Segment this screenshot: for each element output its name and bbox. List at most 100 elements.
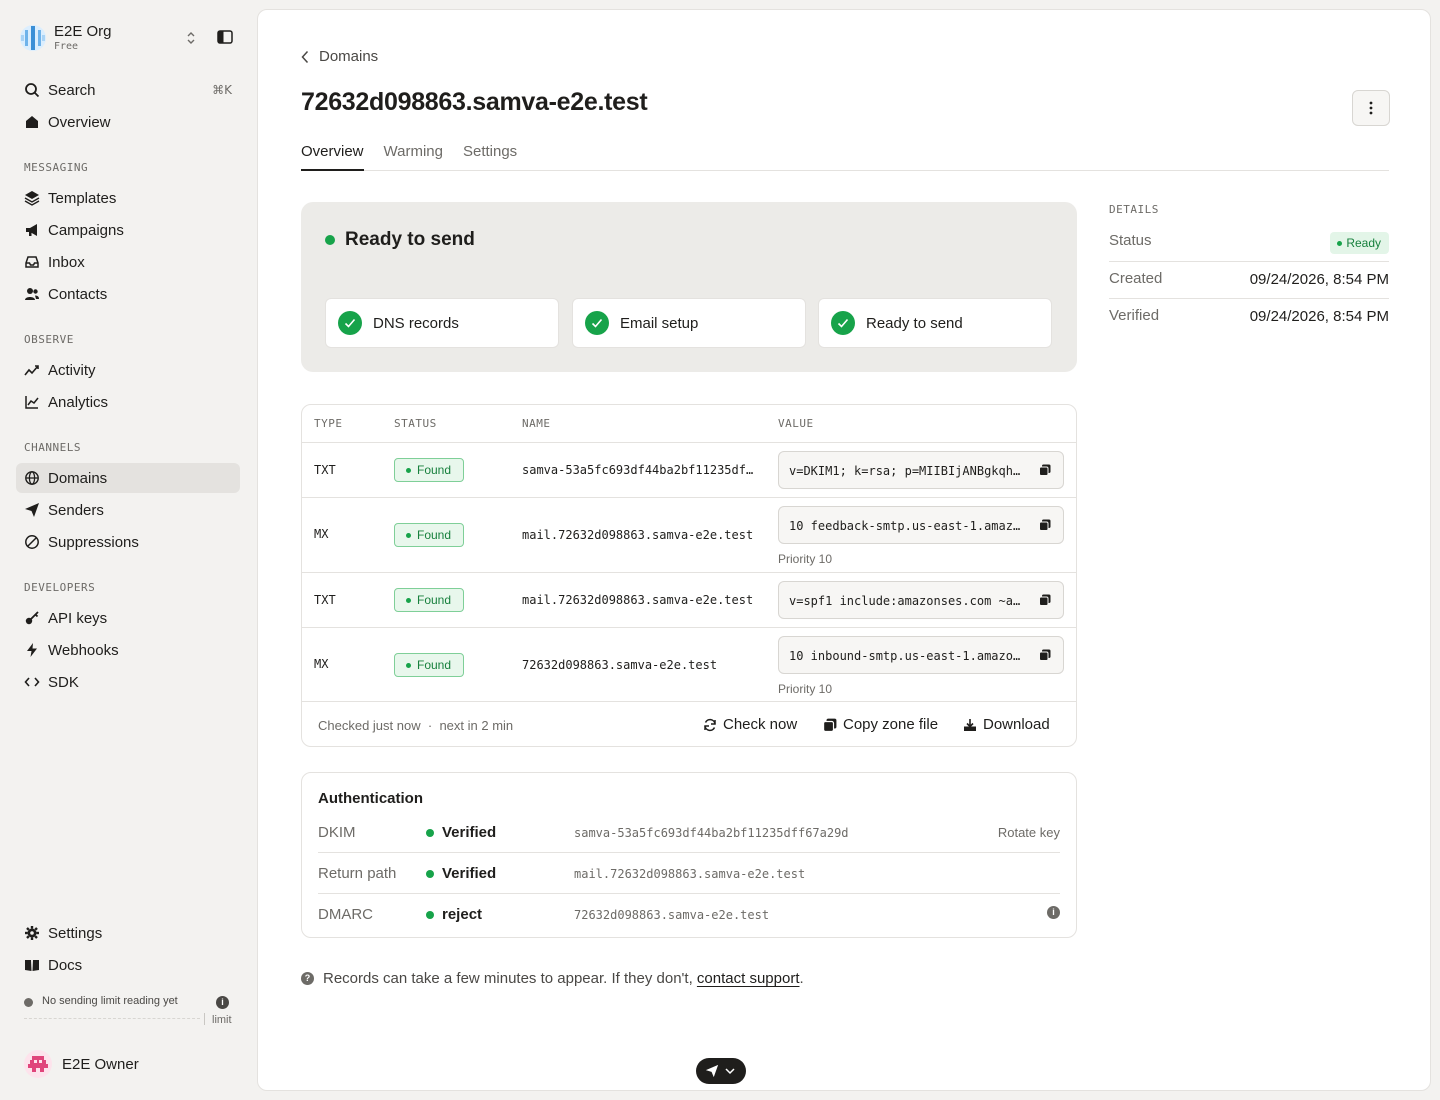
status-headline-text: Ready to send bbox=[345, 229, 475, 250]
org-switcher[interactable]: E2E Org Free bbox=[20, 20, 240, 56]
tab-overview[interactable]: Overview bbox=[301, 142, 364, 171]
details-key: Verified bbox=[1109, 307, 1160, 324]
sidebar-item-label: Docs bbox=[48, 956, 83, 974]
copy-zone-file-button[interactable]: Copy zone file bbox=[823, 716, 938, 733]
limit-separator bbox=[204, 1013, 205, 1025]
more-options-button[interactable] bbox=[1352, 90, 1390, 126]
tab-bar: Overview Warming Settings bbox=[301, 142, 1389, 171]
refresh-icon bbox=[704, 718, 716, 731]
sidebar-item-templates[interactable]: Templates bbox=[16, 183, 240, 213]
limit-bar bbox=[24, 1018, 200, 1021]
org-name: E2E Org bbox=[54, 23, 112, 40]
status-dot bbox=[325, 235, 335, 245]
section-observe: OBSERVE bbox=[24, 333, 74, 346]
book-icon bbox=[24, 957, 40, 973]
sidebar-item-sdk[interactable]: SDK bbox=[16, 667, 240, 697]
help-icon: ? bbox=[301, 972, 314, 985]
copy-icon[interactable] bbox=[1039, 594, 1051, 606]
table-row: MX Found mail.72632d098863.samva-e2e.tes… bbox=[302, 498, 1076, 573]
record-name: mail.72632d098863.samva-e2e.test bbox=[522, 593, 754, 607]
rotate-key-button[interactable]: Rotate key bbox=[998, 825, 1060, 840]
sidebar-item-campaigns[interactable]: Campaigns bbox=[16, 215, 240, 245]
separator: · bbox=[427, 718, 433, 733]
record-type: TXT bbox=[314, 463, 336, 477]
floating-send-button[interactable] bbox=[696, 1058, 746, 1084]
help-text: Records can take a few minutes to appear… bbox=[323, 970, 693, 987]
back-label: Domains bbox=[319, 48, 379, 65]
chevron-left-icon bbox=[301, 50, 309, 63]
auth-record: 72632d098863.samva-e2e.test bbox=[574, 908, 770, 922]
info-icon[interactable]: i bbox=[216, 996, 229, 1009]
step-ready-to-send: Ready to send bbox=[818, 298, 1052, 348]
check-now-label: Check now bbox=[723, 716, 798, 733]
record-value-field[interactable]: v=DKIM1; k=rsa; p=MIIBIjANBgkqhkiG9w0BAQ… bbox=[778, 451, 1064, 489]
sidebar-item-inbox[interactable]: Inbox bbox=[16, 247, 240, 277]
help-text-end: . bbox=[799, 970, 804, 987]
table-footer: Checked just now · next in 2 min Check n… bbox=[302, 702, 1076, 746]
back-link[interactable]: Domains bbox=[301, 48, 378, 65]
sidebar-item-api-keys[interactable]: API keys bbox=[16, 603, 240, 633]
sidebar-item-contacts[interactable]: Contacts bbox=[16, 279, 240, 309]
sidebar-item-suppressions[interactable]: Suppressions bbox=[16, 527, 240, 557]
sidebar-item-label: Overview bbox=[48, 113, 111, 131]
auth-row-dmarc: DMARC reject 72632d098863.samva-e2e.test… bbox=[318, 894, 1060, 935]
auth-row-return-path: Return path Verified mail.72632d098863.s… bbox=[318, 853, 1060, 894]
record-value-field[interactable]: 10 feedback-smtp.us-east-1.amazonses.com bbox=[778, 506, 1064, 544]
user-menu[interactable]: E2E Owner bbox=[24, 1050, 139, 1078]
sidebar-item-search[interactable]: Search ⌘K bbox=[16, 75, 240, 105]
home-icon bbox=[24, 114, 40, 130]
copy-icon[interactable] bbox=[1039, 519, 1051, 531]
megaphone-icon bbox=[24, 222, 40, 238]
status-badge: Found bbox=[394, 653, 464, 677]
auth-status: reject bbox=[426, 906, 482, 923]
sending-limit: No sending limit reading yet i limit bbox=[24, 994, 234, 1034]
contact-support-link[interactable]: contact support bbox=[697, 970, 800, 987]
code-icon bbox=[24, 674, 40, 690]
record-name: 72632d098863.samva-e2e.test bbox=[522, 658, 718, 672]
chevron-updown-icon[interactable] bbox=[184, 28, 198, 48]
sidebar-toggle-icon[interactable] bbox=[216, 28, 234, 46]
check-circle-icon bbox=[585, 311, 609, 335]
sidebar-item-overview[interactable]: Overview bbox=[16, 107, 240, 137]
sidebar-item-label: Domains bbox=[48, 469, 108, 487]
sidebar-item-docs[interactable]: Docs bbox=[16, 950, 240, 980]
details-heading: DETAILS bbox=[1109, 203, 1159, 216]
sidebar-item-settings[interactable]: Settings bbox=[16, 918, 240, 948]
authentication-heading: Authentication bbox=[318, 790, 423, 807]
sidebar-item-label: Settings bbox=[48, 924, 103, 942]
sidebar-item-domains[interactable]: Domains bbox=[16, 463, 240, 493]
record-priority: Priority 10 bbox=[778, 552, 833, 566]
tab-settings[interactable]: Settings bbox=[463, 142, 517, 171]
details-value: 09/24/2026, 8:54 PM bbox=[1249, 271, 1389, 288]
record-value-field[interactable]: v=spf1 include:amazonses.com ~all bbox=[778, 581, 1064, 619]
copy-icon[interactable] bbox=[1039, 649, 1051, 661]
record-value: 10 feedback-smtp.us-east-1.amazonses.com bbox=[789, 519, 1025, 533]
details-key: Status bbox=[1109, 232, 1152, 249]
record-type: MX bbox=[314, 527, 329, 541]
limit-label: limit bbox=[212, 1014, 232, 1026]
sidebar-item-activity[interactable]: Activity bbox=[16, 355, 240, 385]
sidebar-item-webhooks[interactable]: Webhooks bbox=[16, 635, 240, 665]
check-now-button[interactable]: Check now bbox=[703, 716, 797, 733]
column-header: STATUS bbox=[394, 417, 437, 430]
page-title: 72632d098863.samva-e2e.test bbox=[301, 88, 648, 116]
download-button[interactable]: Download bbox=[963, 716, 1050, 733]
auth-status: Verified bbox=[426, 824, 496, 841]
record-value-field[interactable]: 10 inbound-smtp.us-east-1.amazonaws.com bbox=[778, 636, 1064, 674]
download-icon bbox=[964, 718, 976, 731]
status-dot bbox=[24, 998, 33, 1007]
tab-warming[interactable]: Warming bbox=[384, 142, 443, 171]
check-circle-icon bbox=[338, 311, 362, 335]
details-verified-row: Verified 09/24/2026, 8:54 PM bbox=[1109, 299, 1389, 336]
main-panel: Domains 72632d098863.samva-e2e.test Over… bbox=[257, 9, 1431, 1091]
sidebar-item-senders[interactable]: Senders bbox=[16, 495, 240, 525]
sidebar-item-analytics[interactable]: Analytics bbox=[16, 387, 240, 417]
record-value: v=spf1 include:amazonses.com ~all bbox=[789, 594, 1025, 608]
record-priority: Priority 10 bbox=[778, 682, 833, 696]
check-status: Checked just now · next in 2 min bbox=[318, 718, 513, 733]
record-type: TXT bbox=[314, 593, 336, 607]
info-icon[interactable]: i bbox=[1047, 906, 1060, 919]
copy-icon[interactable] bbox=[1039, 464, 1051, 476]
auth-row-dkim: DKIM Verified samva-53a5fc693df44ba2bf11… bbox=[318, 812, 1060, 853]
auth-record: samva-53a5fc693df44ba2bf11235dff67a29d bbox=[574, 826, 849, 840]
